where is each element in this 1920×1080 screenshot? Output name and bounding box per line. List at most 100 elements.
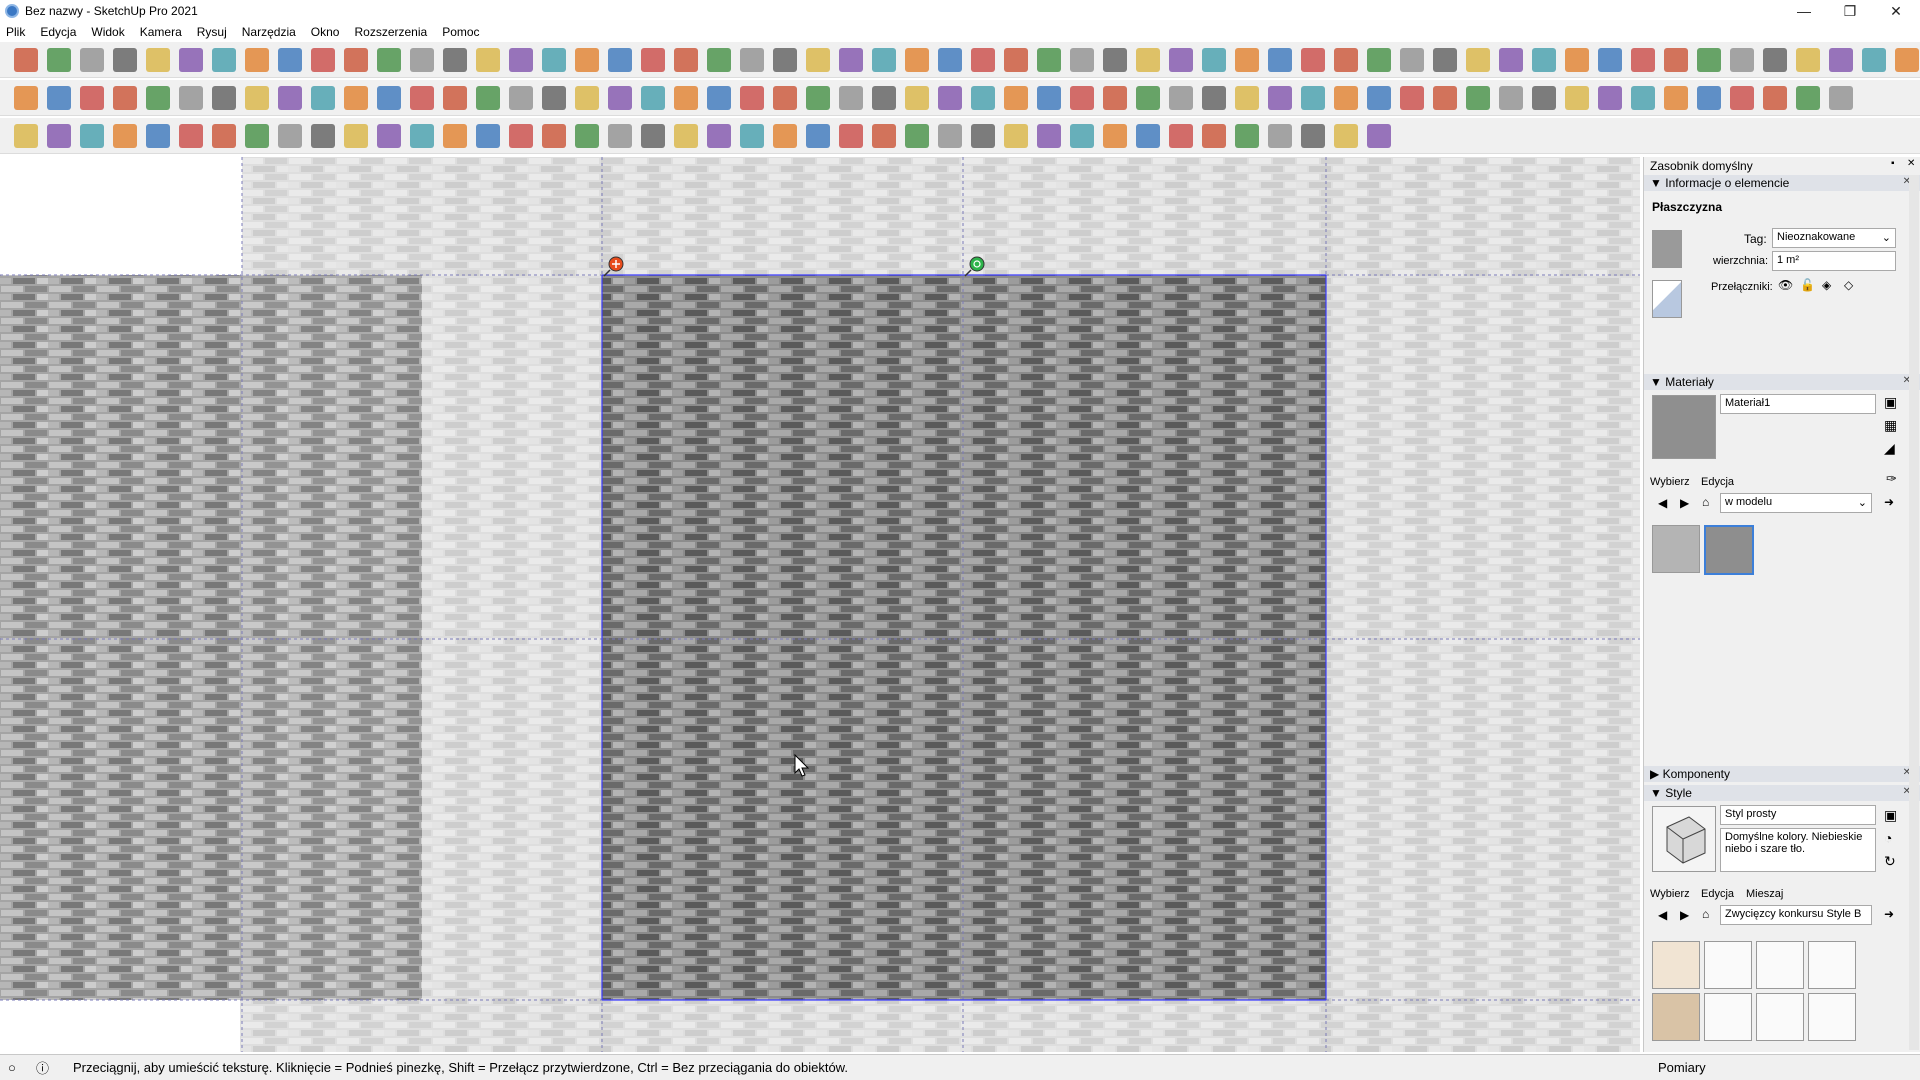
components-header[interactable]: ▶ Komponenty ✕ xyxy=(1644,766,1920,782)
tool-button-icon[interactable] xyxy=(872,124,896,148)
tool-button-icon[interactable] xyxy=(1004,86,1028,110)
tool-button-icon[interactable] xyxy=(113,86,137,110)
tool-button-icon[interactable] xyxy=(740,48,764,72)
tool-button-icon[interactable] xyxy=(47,48,71,72)
close-button[interactable]: ✕ xyxy=(1873,0,1919,22)
tool-button-icon[interactable] xyxy=(1367,124,1391,148)
tool-button-icon[interactable] xyxy=(608,124,632,148)
materials-tab-select[interactable]: Wybierz xyxy=(1650,476,1690,488)
style-name-field[interactable]: Styl prosty xyxy=(1720,805,1876,825)
tool-button-icon[interactable] xyxy=(707,124,731,148)
entity-info-header[interactable]: ▼ Informacje o elemencie ✕ xyxy=(1644,175,1920,191)
tool-button-icon[interactable] xyxy=(1103,124,1127,148)
tool-button-icon[interactable] xyxy=(1697,86,1721,110)
tool-button-icon[interactable] xyxy=(1400,86,1424,110)
style-thumb-8[interactable] xyxy=(1808,993,1856,1041)
texture-canvas[interactable] xyxy=(0,157,1640,1052)
tool-button-icon[interactable] xyxy=(1499,48,1523,72)
tool-button-icon[interactable] xyxy=(509,48,533,72)
tool-button-icon[interactable] xyxy=(1103,86,1127,110)
material-toggle-icon[interactable]: ▦ xyxy=(1884,417,1897,434)
tool-button-icon[interactable] xyxy=(938,124,962,148)
tool-button-icon[interactable] xyxy=(1235,86,1259,110)
tool-button-icon[interactable] xyxy=(1136,48,1160,72)
tool-button-icon[interactable] xyxy=(641,48,665,72)
tool-button-icon[interactable] xyxy=(1070,124,1094,148)
tool-button-icon[interactable] xyxy=(1796,48,1820,72)
back-material-swatch[interactable] xyxy=(1652,280,1682,318)
tool-button-icon[interactable] xyxy=(1004,48,1028,72)
tool-button-icon[interactable] xyxy=(608,86,632,110)
tool-button-icon[interactable] xyxy=(245,124,269,148)
tool-button-icon[interactable] xyxy=(113,48,137,72)
style-thumb-2[interactable] xyxy=(1704,941,1752,989)
tool-button-icon[interactable] xyxy=(839,48,863,72)
tool-button-icon[interactable] xyxy=(1697,48,1721,72)
tool-button-icon[interactable] xyxy=(674,124,698,148)
tool-button-icon[interactable] xyxy=(1400,48,1424,72)
tool-button-icon[interactable] xyxy=(806,48,830,72)
tool-button-icon[interactable] xyxy=(707,48,731,72)
tool-button-icon[interactable] xyxy=(80,48,104,72)
tool-button-icon[interactable] xyxy=(905,124,929,148)
tool-button-icon[interactable] xyxy=(1730,86,1754,110)
tool-button-icon[interactable] xyxy=(1301,48,1325,72)
tool-button-icon[interactable] xyxy=(773,48,797,72)
tool-button-icon[interactable] xyxy=(245,48,269,72)
tool-button-icon[interactable] xyxy=(740,86,764,110)
tool-button-icon[interactable] xyxy=(1334,48,1358,72)
tool-button-icon[interactable] xyxy=(47,86,71,110)
default-material-icon[interactable]: ◢ xyxy=(1884,440,1895,457)
tool-button-icon[interactable] xyxy=(1367,48,1391,72)
tag-dropdown[interactable]: Nieoznakowane ⌄ xyxy=(1772,228,1896,248)
material-name-field[interactable]: Materiał1 xyxy=(1720,394,1876,414)
tool-button-icon[interactable] xyxy=(14,124,38,148)
tool-button-icon[interactable] xyxy=(212,124,236,148)
tool-button-icon[interactable] xyxy=(773,124,797,148)
tool-button-icon[interactable] xyxy=(971,124,995,148)
drawing-viewport[interactable] xyxy=(0,157,1640,1052)
tool-button-icon[interactable] xyxy=(146,48,170,72)
tool-button-icon[interactable] xyxy=(1565,86,1589,110)
tool-button-icon[interactable] xyxy=(1763,48,1787,72)
tool-button-icon[interactable] xyxy=(1829,48,1853,72)
tool-button-icon[interactable] xyxy=(608,48,632,72)
tool-button-icon[interactable] xyxy=(509,86,533,110)
tool-button-icon[interactable] xyxy=(1895,48,1919,72)
tool-button-icon[interactable] xyxy=(212,48,236,72)
back-arrow-icon[interactable]: ◀ xyxy=(1658,496,1667,510)
tool-button-icon[interactable] xyxy=(443,86,467,110)
material-swatch-1[interactable] xyxy=(1652,525,1700,573)
front-material-swatch[interactable] xyxy=(1652,230,1682,268)
tool-button-icon[interactable] xyxy=(1169,48,1193,72)
tool-button-icon[interactable] xyxy=(80,86,104,110)
tool-button-icon[interactable] xyxy=(278,48,302,72)
tool-button-icon[interactable] xyxy=(542,86,566,110)
tool-button-icon[interactable] xyxy=(1565,48,1589,72)
tool-button-icon[interactable] xyxy=(509,124,533,148)
materials-header[interactable]: ▼ Materiały ✕ xyxy=(1644,374,1920,390)
tray-pin-icon[interactable]: ▪ xyxy=(1891,158,1895,169)
tool-button-icon[interactable] xyxy=(1202,86,1226,110)
tool-button-icon[interactable] xyxy=(1532,86,1556,110)
material-collection-dropdown[interactable]: w modelu ⌄ xyxy=(1720,493,1872,513)
menu-rysuj[interactable]: Rysuj xyxy=(197,25,227,39)
eyedropper-icon[interactable]: ✑ xyxy=(1886,471,1897,487)
tool-button-icon[interactable] xyxy=(839,86,863,110)
details-arrow-icon[interactable]: ➜ xyxy=(1884,495,1894,509)
tool-button-icon[interactable] xyxy=(773,86,797,110)
create-material-icon[interactable]: ▣ xyxy=(1884,394,1897,411)
tool-button-icon[interactable] xyxy=(311,86,335,110)
tool-button-icon[interactable] xyxy=(1367,86,1391,110)
tool-button-icon[interactable] xyxy=(410,86,434,110)
tool-button-icon[interactable] xyxy=(1070,48,1094,72)
tool-button-icon[interactable] xyxy=(740,124,764,148)
tool-button-icon[interactable] xyxy=(905,48,929,72)
tool-button-icon[interactable] xyxy=(575,48,599,72)
tool-button-icon[interactable] xyxy=(476,86,500,110)
tool-button-icon[interactable] xyxy=(1136,86,1160,110)
styles-tab-edit[interactable]: Edycja xyxy=(1701,888,1734,900)
tool-button-icon[interactable] xyxy=(80,124,104,148)
tool-button-icon[interactable] xyxy=(1070,86,1094,110)
menu-kamera[interactable]: Kamera xyxy=(140,25,182,39)
